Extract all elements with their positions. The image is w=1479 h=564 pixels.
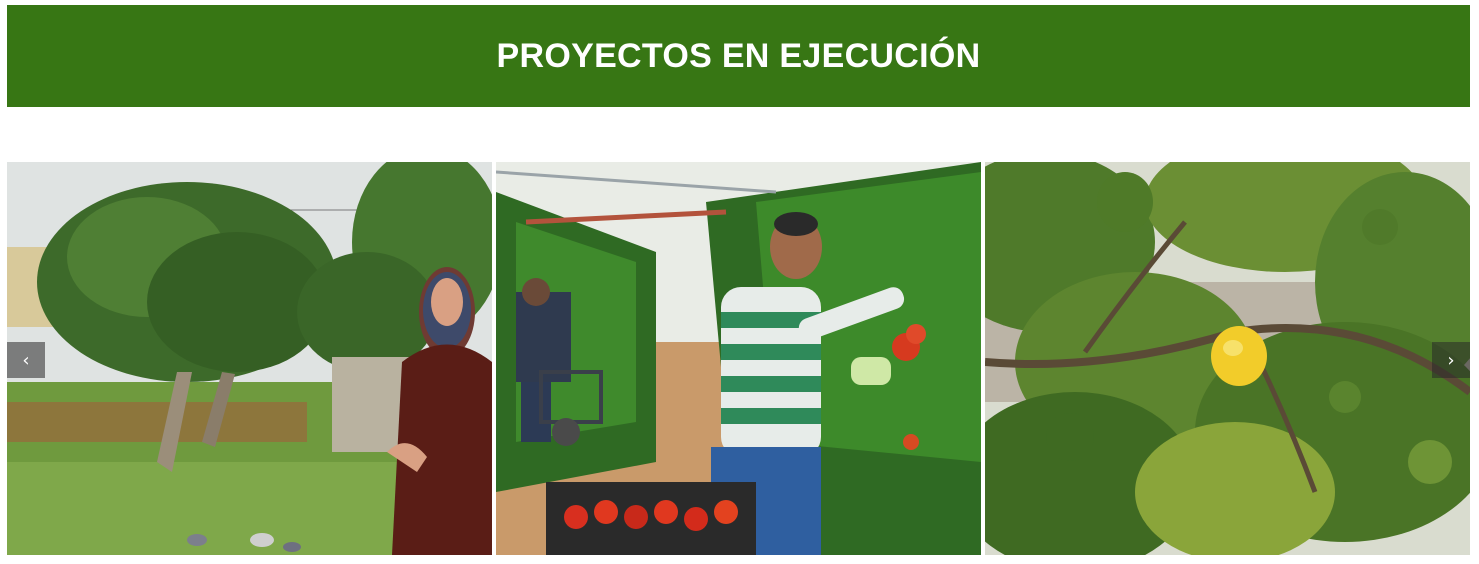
section-header: PROYECTOS EN EJECUCIÓN bbox=[7, 5, 1470, 107]
tomato-greenhouse-photo bbox=[496, 162, 981, 555]
carousel-prev-button[interactable]: ‹ bbox=[7, 342, 45, 378]
section-title: PROYECTOS EN EJECUCIÓN bbox=[496, 36, 981, 75]
carousel-slide-citrus[interactable] bbox=[985, 162, 1470, 555]
project-carousel: ‹ › bbox=[7, 162, 1470, 555]
citrus-tree-photo bbox=[985, 162, 1470, 555]
carousel-next-button[interactable]: › bbox=[1432, 342, 1470, 378]
carousel-slide-orchard[interactable] bbox=[7, 162, 492, 555]
woman-orchard-photo bbox=[7, 162, 492, 555]
chevron-right-icon: › bbox=[1447, 349, 1455, 371]
chevron-left-icon: ‹ bbox=[22, 349, 30, 371]
carousel-slide-greenhouse[interactable] bbox=[496, 162, 981, 555]
